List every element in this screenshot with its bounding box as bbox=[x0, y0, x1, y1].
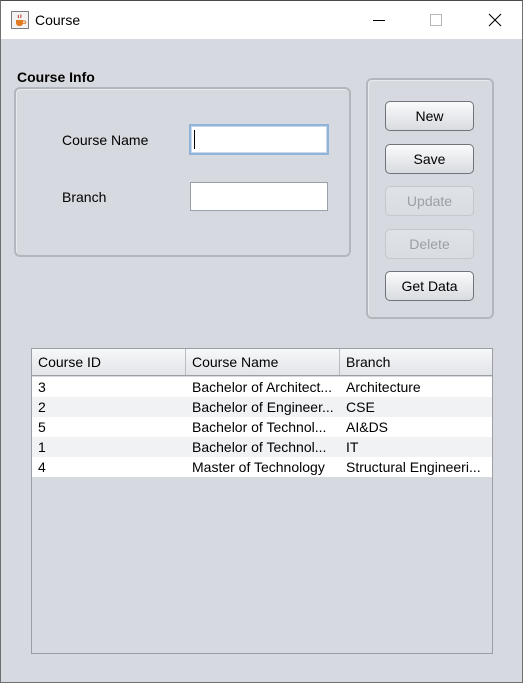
cell-branch: IT bbox=[346, 439, 359, 455]
minimize-button[interactable] bbox=[356, 1, 401, 39]
cell-course-id: 5 bbox=[38, 419, 46, 435]
close-button[interactable] bbox=[472, 1, 517, 39]
course-name-input[interactable] bbox=[189, 124, 329, 155]
cell-course-id: 3 bbox=[38, 379, 46, 395]
text-caret bbox=[194, 130, 195, 149]
table-row[interactable]: 1 Bachelor of Technol... IT bbox=[32, 437, 492, 457]
table-body: 3 Bachelor of Architect... Architecture … bbox=[32, 377, 492, 477]
maximize-icon bbox=[429, 14, 442, 26]
cell-branch: AI&DS bbox=[346, 419, 389, 435]
close-icon bbox=[488, 13, 501, 27]
cell-course-name: Master of Technology bbox=[192, 459, 325, 475]
cell-course-name: Bachelor of Technol... bbox=[192, 439, 327, 455]
table-row[interactable]: 5 Bachelor of Technol... AI&DS bbox=[32, 417, 492, 437]
table-header: Course ID Course Name Branch bbox=[32, 349, 492, 376]
window-title: Course bbox=[35, 12, 81, 28]
branch-input[interactable] bbox=[190, 182, 328, 211]
course-name-label: Course Name bbox=[62, 132, 149, 148]
cell-course-id: 2 bbox=[38, 399, 46, 415]
minimize-icon bbox=[372, 20, 385, 21]
course-info-title: Course Info bbox=[17, 69, 95, 85]
table-row[interactable]: 4 Master of Technology Structural Engine… bbox=[32, 457, 492, 477]
column-header-course-id[interactable]: Course ID bbox=[32, 349, 186, 375]
save-button[interactable]: Save bbox=[385, 144, 474, 174]
column-header-course-name[interactable]: Course Name bbox=[186, 349, 340, 375]
course-table[interactable]: Course ID Course Name Branch 3 Bachelor … bbox=[31, 348, 493, 654]
cell-course-name: Bachelor of Architect... bbox=[192, 379, 333, 395]
cell-branch: Structural Engineeri... bbox=[346, 459, 481, 475]
course-info-panel bbox=[14, 87, 351, 257]
maximize-button[interactable] bbox=[413, 1, 458, 39]
table-row[interactable]: 2 Bachelor of Engineer... CSE bbox=[32, 397, 492, 417]
table-row[interactable]: 3 Bachelor of Architect... Architecture bbox=[32, 377, 492, 397]
cell-course-name: Bachelor of Engineer... bbox=[192, 399, 334, 415]
update-button[interactable]: Update bbox=[385, 186, 474, 216]
course-window: Course Course Info Course Name Branch Ne… bbox=[0, 0, 523, 683]
java-cup-icon bbox=[11, 11, 29, 29]
title-bar[interactable]: Course bbox=[1, 1, 522, 39]
get-data-button[interactable]: Get Data bbox=[385, 271, 474, 301]
column-header-branch[interactable]: Branch bbox=[340, 349, 492, 375]
cell-branch: Architecture bbox=[346, 379, 421, 395]
cell-branch: CSE bbox=[346, 399, 375, 415]
cell-course-id: 4 bbox=[38, 459, 46, 475]
new-button[interactable]: New bbox=[385, 101, 474, 131]
cell-course-name: Bachelor of Technol... bbox=[192, 419, 327, 435]
branch-label: Branch bbox=[62, 189, 107, 205]
delete-button[interactable]: Delete bbox=[385, 229, 474, 259]
cell-course-id: 1 bbox=[38, 439, 46, 455]
